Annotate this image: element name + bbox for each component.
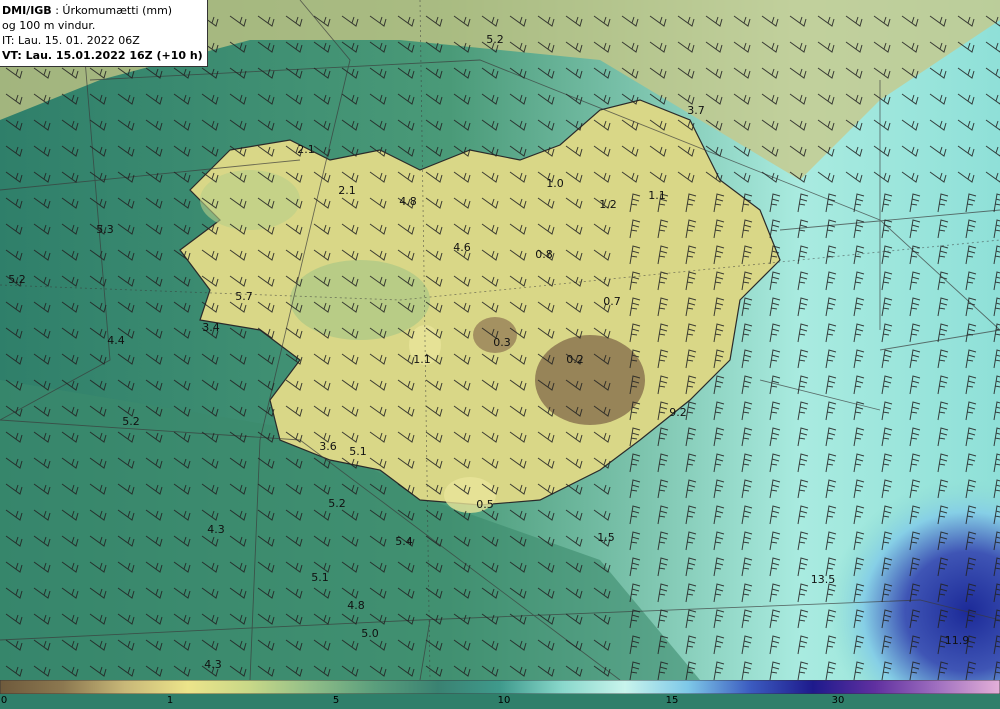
colorbar	[0, 680, 1000, 694]
precip-value-label: 4.8	[347, 599, 365, 612]
precip-value-label: 5.1	[311, 571, 329, 584]
colorbar-tick: 5	[332, 695, 340, 706]
precip-value-label: 1.2	[599, 198, 617, 211]
precip-value-label: 9.2	[669, 406, 687, 419]
field-sublabel: og 100 m vindur.	[2, 19, 96, 32]
precipitation-map: 5.2 3.7 2.1 2.1 4.8 1.0 1.2 1.1 5.3 4.6 0.8 5.2 5.7 0…	[0, 0, 1000, 680]
precip-value-label: 4.3	[204, 658, 222, 671]
precip-value-label: 5.1	[349, 445, 367, 458]
precip-value-label: 5.2	[8, 273, 26, 286]
precip-value-label: 2.1	[338, 184, 356, 197]
colorbar-tick: 0	[0, 695, 8, 706]
precip-value-label: 0.3	[493, 336, 511, 349]
source-label: DMI/IGB	[2, 4, 52, 17]
precip-value-label: 4.8	[399, 195, 417, 208]
precip-value-label: 1.1	[413, 353, 431, 366]
precip-value-label: 3.4	[202, 321, 220, 334]
colorbar-tick: 30	[831, 695, 845, 706]
precip-value-label: 2.1	[297, 143, 315, 156]
precip-value-label: 5.4	[395, 535, 413, 548]
precip-value-label: 13.5	[811, 573, 836, 586]
precip-value-label: 5.2	[122, 415, 140, 428]
precip-value-label: 0.7	[603, 295, 621, 308]
precip-value-label: 3.6	[319, 440, 337, 453]
precip-value-label: 5.2	[486, 33, 504, 46]
field-label: Úrkomumætti (mm)	[62, 4, 173, 17]
map-info-box: DMI/IGB : Úrkomumætti (mm) og 100 m vind…	[0, 0, 208, 67]
precip-value-label: 1.5	[597, 531, 615, 544]
init-time: IT: Lau. 15. 01. 2022 06Z	[2, 34, 140, 47]
precip-value-label: 4.4	[107, 334, 125, 347]
precip-value-label: 5.0	[361, 627, 379, 640]
precip-value-label: 5.3	[96, 223, 114, 236]
colorbar-tick: 15	[665, 695, 679, 706]
precip-value-label: 0.8	[535, 248, 553, 261]
colorbar-tick: 1	[166, 695, 174, 706]
colorbar-tick: 10	[497, 695, 511, 706]
precip-value-label: 5.7	[235, 290, 253, 303]
precip-value-label: 4.6	[453, 241, 471, 254]
precip-value-label: 5.2	[328, 497, 346, 510]
precip-value-label: 0.5	[476, 498, 494, 511]
precip-value-label: 3.7	[687, 104, 705, 117]
precip-value-label: 4.3	[207, 523, 225, 536]
valid-time: VT: Lau. 15.01.2022 16Z (+10 h)	[2, 49, 203, 62]
precip-value-label: 1.0	[546, 177, 564, 190]
precip-value-label: 11.9	[945, 634, 970, 647]
precip-value-label: 0.2	[566, 353, 584, 366]
precip-value-label: 1.1	[648, 189, 666, 202]
